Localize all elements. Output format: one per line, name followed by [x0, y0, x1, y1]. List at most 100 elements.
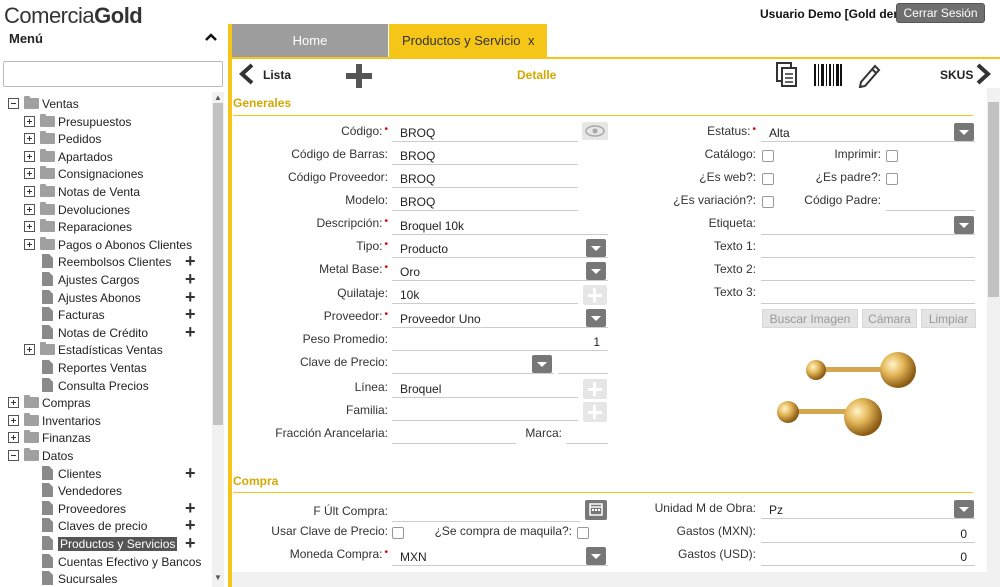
sidebar-item-reportes-ventas[interactable]: Reportes Ventas — [8, 360, 213, 377]
calendar-icon[interactable] — [585, 500, 607, 520]
add-icon[interactable]: + — [185, 270, 196, 288]
sidebar-item-cuentas-efectivo-y-bancos[interactable]: Cuentas Efectivo y Bancos — [8, 553, 213, 571]
add-icon[interactable]: + — [185, 499, 196, 517]
familia-input[interactable] — [392, 399, 578, 421]
expand-icon[interactable] — [24, 238, 35, 250]
menu-search-input[interactable] — [3, 61, 223, 87]
add-icon[interactable]: + — [185, 323, 196, 341]
descripcion-input[interactable] — [392, 213, 608, 235]
sidebar-item-claves-de-precio[interactable]: Claves de precio + — [8, 516, 213, 535]
chevron-down-icon[interactable] — [954, 500, 974, 518]
chevron-down-icon[interactable] — [586, 262, 606, 280]
expand-icon[interactable] — [24, 150, 35, 162]
copy-icon[interactable] — [776, 62, 798, 88]
marca-input[interactable] — [566, 422, 608, 444]
add-icon[interactable]: + — [185, 305, 196, 323]
tab-productos[interactable]: Productos y Servicio x — [389, 24, 547, 57]
sidebar-item-facturas[interactable]: Facturas + — [8, 305, 213, 324]
sidebar-item-notas-de-venta[interactable]: Notas de Venta — [8, 184, 213, 201]
main-scroll-thumb[interactable] — [988, 102, 999, 297]
es-variacion-checkbox[interactable] — [762, 196, 774, 208]
clave-precio-extra-input[interactable] — [558, 352, 608, 374]
expand-icon[interactable] — [8, 397, 19, 409]
metal-base-select[interactable] — [392, 259, 608, 281]
expand-icon[interactable] — [24, 221, 35, 233]
gastos-mxn-input[interactable] — [761, 521, 975, 543]
expand-icon[interactable] — [8, 432, 19, 444]
usar-clave-checkbox[interactable] — [392, 527, 404, 539]
camara-button[interactable]: Cámara — [862, 309, 917, 328]
scroll-down-icon[interactable]: ▼ — [213, 573, 223, 583]
sidebar-item-pedidos[interactable]: Pedidos — [8, 131, 213, 148]
chevron-down-icon[interactable] — [954, 123, 974, 141]
se-compra-maquila-checkbox[interactable] — [577, 527, 589, 539]
add-icon[interactable]: + — [185, 252, 196, 270]
sidebar-item-sucursales[interactable]: Sucursales — [8, 571, 213, 585]
sidebar-item-datos[interactable]: Datos — [8, 448, 213, 465]
eye-icon[interactable] — [582, 122, 608, 140]
sidebar-item-clientes[interactable]: Clientes + — [8, 464, 213, 483]
limpiar-button[interactable]: Limpiar — [921, 309, 976, 328]
chevron-down-icon[interactable] — [532, 355, 552, 373]
es-web-checkbox[interactable] — [762, 173, 774, 185]
add-familia-icon[interactable] — [583, 402, 607, 422]
add-linea-icon[interactable] — [583, 379, 607, 399]
chevron-down-icon[interactable] — [586, 239, 606, 257]
add-icon[interactable]: + — [185, 516, 196, 534]
add-icon[interactable]: + — [185, 534, 196, 552]
sidebar-item-pagos-o-abonos-clientes[interactable]: Pagos o Abonos Clientes — [8, 236, 213, 254]
codigo-proveedor-input[interactable] — [392, 166, 578, 188]
arrow-right-icon[interactable] — [972, 63, 992, 85]
clave-precio-select[interactable] — [392, 352, 554, 374]
skus-label[interactable]: SKUS — [940, 68, 973, 82]
chevron-up-icon[interactable] — [204, 30, 218, 44]
chevron-down-icon[interactable] — [586, 309, 606, 327]
sidebar-item-productos-y-servicios[interactable]: Productos y Servicios + — [8, 534, 213, 553]
gastos-usd-input[interactable] — [761, 544, 975, 566]
sidebar-item-notas-de-crédito[interactable]: Notas de Crédito + — [8, 323, 213, 342]
codigo-padre-input[interactable] — [886, 189, 975, 211]
imprimir-checkbox[interactable] — [886, 150, 898, 162]
tab-close-icon[interactable]: x — [528, 24, 535, 57]
expand-icon[interactable] — [8, 414, 19, 426]
tipo-select[interactable] — [392, 236, 608, 258]
collapse-icon[interactable] — [8, 450, 19, 461]
sidebar-item-reparaciones[interactable]: Reparaciones — [8, 219, 213, 236]
modelo-input[interactable] — [392, 189, 578, 211]
sidebar-item-compras[interactable]: Compras — [8, 395, 213, 412]
peso-promedio-input[interactable] — [392, 329, 608, 351]
f-ult-compra-input[interactable] — [392, 500, 580, 522]
sidebar-item-consulta-precios[interactable]: Consulta Precios — [8, 377, 213, 395]
collapse-icon[interactable] — [8, 98, 19, 109]
codigo-input[interactable] — [392, 120, 578, 142]
sidebar-item-apartados[interactable]: Apartados — [8, 148, 213, 166]
fraccion-input[interactable] — [392, 422, 516, 444]
expand-icon[interactable] — [24, 344, 35, 356]
moneda-select[interactable] — [392, 544, 608, 566]
texto3-input[interactable] — [761, 282, 975, 304]
horizontal-scrollbar[interactable] — [232, 572, 987, 587]
sidebar-item-consignaciones[interactable]: Consignaciones — [8, 166, 213, 183]
add-icon[interactable]: + — [185, 464, 196, 482]
chevron-down-icon[interactable] — [954, 216, 974, 234]
codigo-barras-input[interactable] — [392, 143, 578, 165]
es-padre-checkbox[interactable] — [886, 173, 898, 185]
sidebar-item-ajustes-abonos[interactable]: Ajustes Abonos + — [8, 288, 213, 307]
sidebar-scroll-thumb[interactable] — [213, 103, 223, 425]
plus-icon[interactable] — [346, 64, 372, 88]
expand-icon[interactable] — [24, 115, 35, 127]
logout-button[interactable]: Cerrar Sesión — [896, 3, 985, 23]
unidad-obra-select[interactable] — [761, 497, 975, 519]
quilataje-input[interactable] — [392, 282, 578, 304]
sidebar-item-devoluciones[interactable]: Devoluciones — [8, 201, 213, 219]
expand-icon[interactable] — [24, 203, 35, 215]
sidebar-item-presupuestos[interactable]: Presupuestos — [8, 113, 213, 131]
sidebar-item-inventarios[interactable]: Inventarios — [8, 412, 213, 430]
expand-icon[interactable] — [24, 133, 35, 145]
barcode-icon[interactable] — [814, 64, 842, 86]
sidebar-item-ajustes-cargos[interactable]: Ajustes Cargos + — [8, 270, 213, 289]
proveedor-select[interactable] — [392, 306, 608, 328]
sidebar-item-reembolsos-clientes[interactable]: Reembolsos Clientes + — [8, 252, 213, 271]
sidebar-item-proveedores[interactable]: Proveedores + — [8, 499, 213, 518]
add-quilataje-icon[interactable] — [583, 285, 607, 305]
